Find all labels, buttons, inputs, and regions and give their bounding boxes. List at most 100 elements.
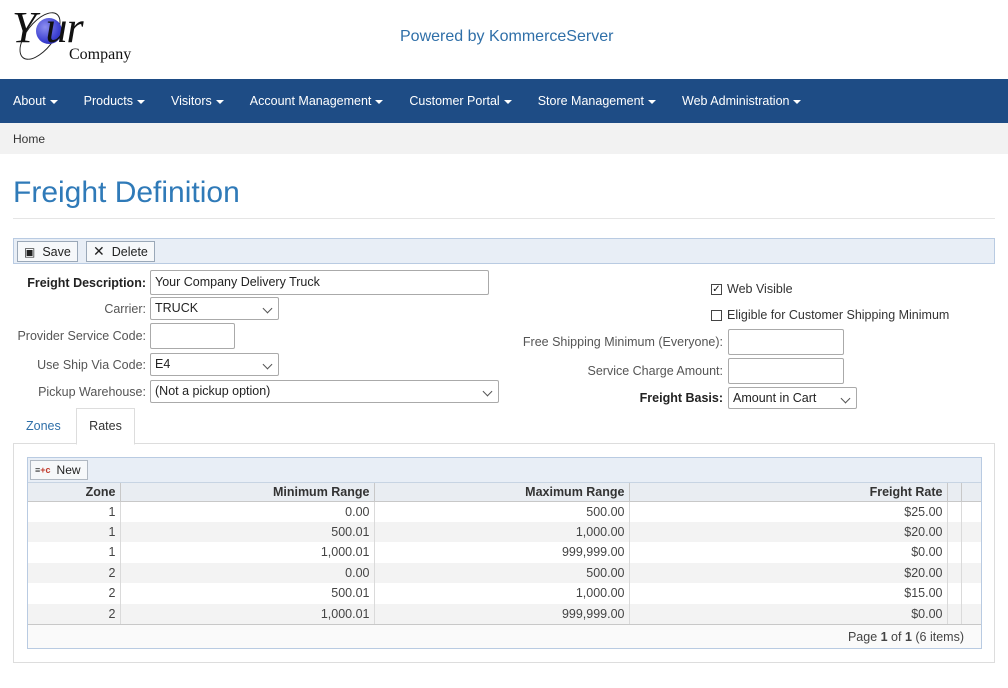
chevron-down-icon <box>262 359 273 370</box>
tab-zones[interactable]: Zones <box>26 419 61 433</box>
pager-total: 1 <box>904 630 912 644</box>
cell-zone: 1 <box>28 521 121 542</box>
logo-main-text: Y ur <box>12 3 84 52</box>
cell-max: 1,000.00 <box>374 521 630 542</box>
cell-scroll <box>961 542 981 563</box>
floppy-disk-icon: ▣ <box>24 244 36 259</box>
column-header-freight-rate[interactable]: Freight Rate <box>629 483 948 502</box>
cell-min: 0.00 <box>120 562 375 583</box>
service-charge-amount-input[interactable] <box>728 358 844 384</box>
grid-toolbar: ≡+c New <box>28 458 981 483</box>
caret-down-icon <box>648 99 657 104</box>
powered-by-text: Powered by KommerceServer <box>400 28 614 45</box>
cell-scroll <box>961 521 981 542</box>
cell-zone: 1 <box>28 542 121 563</box>
caret-down-icon <box>793 99 802 104</box>
form-toolbar: ▣ Save ✕ Delete <box>13 238 995 264</box>
chevron-down-icon <box>840 393 851 404</box>
delete-button[interactable]: ✕ Delete <box>86 241 155 262</box>
use-ship-via-code-label: Use Ship Via Code: <box>37 358 146 372</box>
caret-down-icon <box>137 99 146 104</box>
column-header-spacer <box>947 483 962 502</box>
breadcrumb: Home <box>0 123 1008 154</box>
freight-basis-label: Freight Basis: <box>639 391 723 405</box>
cell-max: 500.00 <box>374 562 630 583</box>
chevron-down-icon <box>482 386 493 397</box>
nav-item-web-administration[interactable]: Web Administration <box>682 94 802 108</box>
cell-min: 1,000.01 <box>120 603 375 624</box>
service-charge-amount-label: Service Charge Amount: <box>587 364 724 378</box>
tab-rates[interactable]: Rates <box>76 408 135 445</box>
ship-via-code-select[interactable]: E4 <box>150 353 279 376</box>
provider-service-code-input[interactable] <box>150 323 235 349</box>
checkmark-icon: ✓ <box>711 283 722 295</box>
cell-rate: $20.00 <box>629 521 948 542</box>
logo-sub-text: Company <box>69 46 132 63</box>
cell-rate: $15.00 <box>629 583 948 604</box>
cell-min: 500.01 <box>120 583 375 604</box>
title-divider <box>13 218 995 219</box>
web-visible-checkbox[interactable]: ✓ Web Visible <box>711 282 793 296</box>
cell-min: 0.00 <box>120 501 375 522</box>
pickup-warehouse-select[interactable]: (Not a pickup option) <box>150 380 499 403</box>
add-row-icon: ≡+c <box>35 465 51 475</box>
cell-spacer <box>947 583 962 604</box>
cell-zone: 2 <box>28 603 121 624</box>
rates-grid: ≡+c New Zone Minimum Range Maximum Range… <box>27 457 982 649</box>
close-icon: ✕ <box>93 243 105 259</box>
pickup-warehouse-label: Pickup Warehouse: <box>38 385 146 399</box>
freight-description-label: Freight Description: <box>27 276 146 290</box>
nav-item-products[interactable]: Products <box>84 94 146 108</box>
cell-spacer <box>947 521 962 542</box>
nav-item-customer-portal[interactable]: Customer Portal <box>409 94 512 108</box>
page-title: Freight Definition <box>13 176 240 209</box>
cell-rate: $20.00 <box>629 562 948 583</box>
table-row[interactable]: 2 500.01 1,000.00 $15.00 <box>28 583 981 604</box>
cell-min: 500.01 <box>120 521 375 542</box>
cell-max: 1,000.00 <box>374 583 630 604</box>
pager-current: 1 <box>880 630 888 644</box>
cell-max: 999,999.00 <box>374 542 630 563</box>
cell-scroll <box>961 603 981 624</box>
breadcrumb-home[interactable]: Home <box>13 132 45 146</box>
cell-zone: 1 <box>28 501 121 522</box>
column-header-scroll <box>961 483 981 502</box>
column-header-minimum-range[interactable]: Minimum Range <box>120 483 375 502</box>
freight-description-input[interactable]: Your Company Delivery Truck <box>150 270 489 295</box>
cell-rate: $25.00 <box>629 501 948 522</box>
nav-item-about[interactable]: About <box>13 94 58 108</box>
eligible-shipping-minimum-checkbox[interactable]: Eligible for Customer Shipping Minimum <box>711 308 949 322</box>
nav-item-store-management[interactable]: Store Management <box>538 94 657 108</box>
cell-rate: $0.00 <box>629 603 948 624</box>
table-row[interactable]: 1 0.00 500.00 $25.00 <box>28 501 981 522</box>
cell-spacer <box>947 603 962 624</box>
cell-spacer <box>947 501 962 522</box>
carrier-select[interactable]: TRUCK <box>150 297 279 320</box>
free-shipping-minimum-input[interactable] <box>728 329 844 355</box>
table-row[interactable]: 1 1,000.01 999,999.00 $0.00 <box>28 542 981 563</box>
nav-item-visitors[interactable]: Visitors <box>171 94 224 108</box>
main-nav: About Products Visitors Account Manageme… <box>0 79 1008 123</box>
free-shipping-minimum-label: Free Shipping Minimum (Everyone): <box>522 335 723 349</box>
table-row[interactable]: 1 500.01 1,000.00 $20.00 <box>28 521 981 542</box>
cell-scroll <box>961 501 981 522</box>
cell-zone: 2 <box>28 562 121 583</box>
freight-basis-select[interactable]: Amount in Cart <box>728 387 857 409</box>
table-row[interactable]: 2 1,000.01 999,999.00 $0.00 <box>28 603 981 624</box>
company-logo[interactable]: Y ur Company <box>11 3 142 68</box>
caret-down-icon <box>215 99 224 104</box>
column-header-zone[interactable]: Zone <box>28 483 121 502</box>
table-row[interactable]: 2 0.00 500.00 $20.00 <box>28 562 981 583</box>
cell-spacer <box>947 562 962 583</box>
column-header-maximum-range[interactable]: Maximum Range <box>374 483 630 502</box>
cell-max: 999,999.00 <box>374 603 630 624</box>
site-header: Y ur Company Powered by KommerceServer <box>0 0 1008 79</box>
cell-scroll <box>961 583 981 604</box>
save-button[interactable]: ▣ Save <box>17 241 78 262</box>
grid-pager: Page 1 of 1 (6 items) <box>28 624 981 648</box>
caret-down-icon <box>49 99 58 104</box>
nav-item-account-management[interactable]: Account Management <box>250 94 384 108</box>
chevron-down-icon <box>262 303 273 314</box>
new-rate-button[interactable]: ≡+c New <box>30 460 88 480</box>
rates-table: Zone Minimum Range Maximum Range Freight… <box>28 483 981 624</box>
